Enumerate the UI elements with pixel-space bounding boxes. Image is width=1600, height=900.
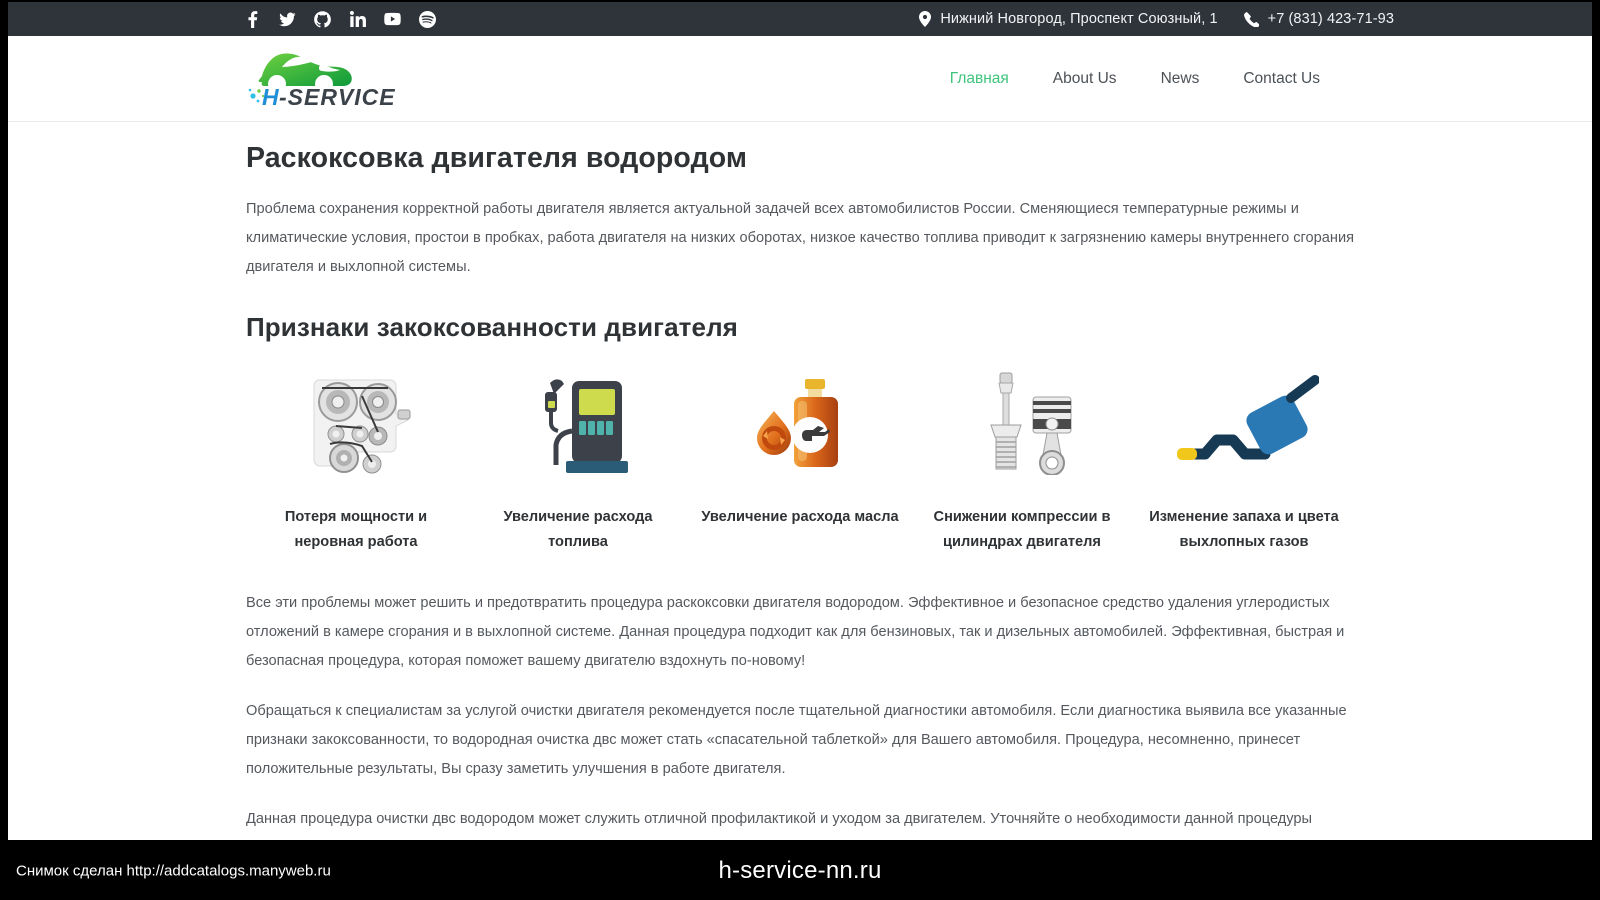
linkedin-icon[interactable] bbox=[349, 11, 366, 28]
location-pin-icon bbox=[919, 11, 932, 27]
browser-screenshot: Нижний Новгород, Проспект Союзный, 1 +7 … bbox=[0, 0, 1600, 900]
github-icon[interactable] bbox=[314, 10, 331, 28]
nav-item-news[interactable]: News bbox=[1139, 64, 1222, 94]
intro-paragraph: Проблема сохранения корректной работы дв… bbox=[246, 201, 1354, 275]
watermark-bar: Снимок сделан http://addcatalogs.manyweb… bbox=[0, 842, 1600, 900]
feature-item: Увеличение расхода топлива bbox=[472, 361, 684, 555]
watermark-domain-text: h-service-nn.ru bbox=[718, 857, 882, 884]
feature-label: Потеря мощности и неровная работа bbox=[284, 509, 428, 550]
address-text: Нижний Новгород, Проспект Союзный, 1 bbox=[940, 11, 1218, 27]
youtube-icon[interactable] bbox=[384, 11, 401, 28]
nav-item-glavnaya[interactable]: Главная bbox=[928, 64, 1031, 94]
social-links bbox=[244, 10, 436, 28]
feature-label: Увеличение расхода масла bbox=[701, 509, 899, 525]
site-header: H -SERVICE Главная About Us News Contact… bbox=[8, 36, 1592, 122]
feature-label: Снижении компрессии в цилиндрах двигател… bbox=[933, 509, 1111, 550]
address-item[interactable]: Нижний Новгород, Проспект Союзный, 1 bbox=[919, 11, 1218, 27]
timing-belt-icon bbox=[300, 361, 412, 479]
main-content: Раскоксовка двигателя водородом Проблема… bbox=[246, 142, 1354, 840]
body-paragraph-1: Все эти проблемы может решить и предотвр… bbox=[246, 595, 1345, 669]
spark-plug-piston-icon bbox=[967, 361, 1077, 479]
svg-text:-SERVICE: -SERVICE bbox=[279, 84, 396, 110]
oil-bottle-icon bbox=[748, 361, 852, 479]
feature-item: Потеря мощности и неровная работа bbox=[250, 361, 462, 555]
spotify-icon[interactable] bbox=[419, 10, 436, 28]
top-utility-bar: Нижний Новгород, Проспект Союзный, 1 +7 … bbox=[8, 2, 1592, 36]
nav-item-about-us[interactable]: About Us bbox=[1031, 64, 1139, 94]
page-title: Раскоксовка двигателя водородом bbox=[246, 142, 748, 174]
feature-item: Снижении компрессии в цилиндрах двигател… bbox=[916, 361, 1128, 555]
feature-label: Изменение запаха и цвета выхлопных газов bbox=[1149, 509, 1339, 550]
features-row: Потеря мощности и неровная работа Увелич… bbox=[246, 361, 1354, 555]
page-frame: Нижний Новгород, Проспект Союзный, 1 +7 … bbox=[8, 2, 1592, 840]
feature-label: Увеличение расхода топлива bbox=[503, 509, 653, 550]
exhaust-muffler-icon bbox=[1169, 361, 1319, 479]
logo-graphic: H -SERVICE bbox=[248, 53, 396, 110]
site-logo[interactable]: H -SERVICE bbox=[246, 48, 418, 110]
body-paragraph-2: Обращаться к специалистам за услугой очи… bbox=[246, 703, 1347, 777]
phone-text: +7 (831) 423-71-93 bbox=[1267, 11, 1394, 27]
twitter-icon[interactable] bbox=[279, 11, 296, 28]
feature-item: Изменение запаха и цвета выхлопных газов bbox=[1138, 361, 1350, 555]
phone-icon bbox=[1243, 11, 1259, 27]
body-paragraph-3: Данная процедура очистки двс водородом м… bbox=[246, 811, 1312, 827]
watermark-source-text: Снимок сделан http://addcatalogs.manyweb… bbox=[16, 862, 331, 880]
fuel-pump-icon bbox=[528, 361, 628, 479]
feature-item: Увеличение расхода масла bbox=[694, 361, 906, 530]
contact-info: Нижний Новгород, Проспект Союзный, 1 +7 … bbox=[919, 11, 1394, 27]
phone-item[interactable]: +7 (831) 423-71-93 bbox=[1243, 11, 1394, 27]
svg-text:H: H bbox=[262, 84, 279, 110]
main-navigation: Главная About Us News Contact Us bbox=[928, 64, 1342, 94]
facebook-icon[interactable] bbox=[244, 10, 261, 28]
nav-item-contact-us[interactable]: Contact Us bbox=[1221, 64, 1342, 94]
section-title-signs: Признаки закоксованности двигателя bbox=[246, 312, 738, 342]
